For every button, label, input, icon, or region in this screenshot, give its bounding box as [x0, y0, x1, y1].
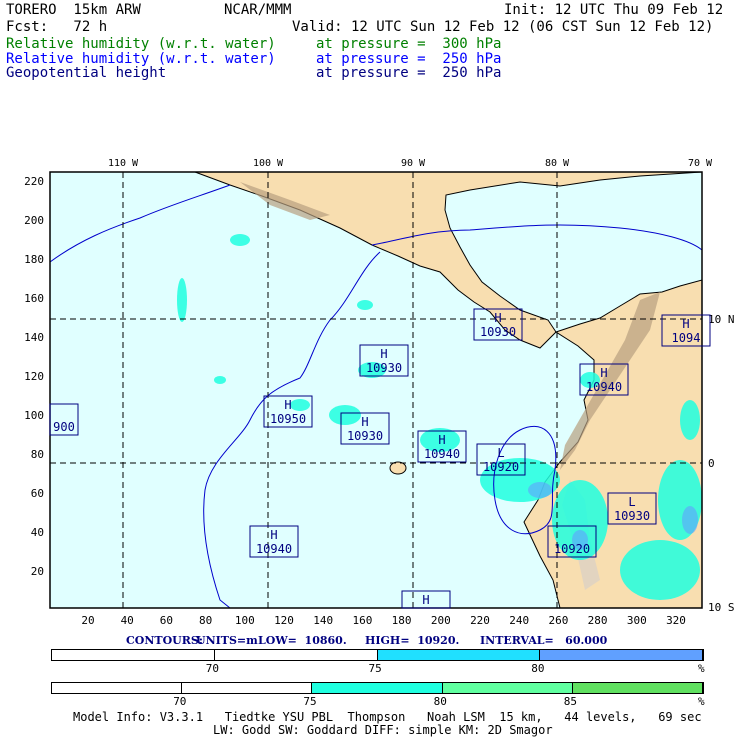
colorbar-rh-250 [51, 649, 704, 661]
colorbar-label: 80 [433, 695, 447, 708]
field-3-name: Geopotential height [6, 65, 167, 81]
x-tick-label: 160 [352, 614, 372, 627]
lon-label: 80 W [545, 158, 570, 169]
pressure-center-type: H [284, 398, 291, 412]
lon-label: 90 W [401, 158, 426, 169]
field-1-level: at pressure = 300 hPa [316, 36, 502, 52]
colorbar-label: 85 [563, 695, 578, 708]
pressure-center-type: H [380, 347, 387, 361]
y-tick-label: 100 [24, 409, 44, 422]
x-tick-label: 280 [588, 614, 608, 627]
forecast-hour: Fcst: 72 h [6, 19, 108, 35]
lat-label: 10 S [708, 601, 735, 614]
org-label: NCAR/MMM [224, 2, 292, 18]
x-tick-label: 100 [235, 614, 255, 627]
pressure-center-value: 10930 [480, 325, 516, 339]
colorbar-label: % [698, 662, 705, 675]
lon-label: 70 W [688, 158, 713, 169]
lat-label: 0 [708, 457, 715, 470]
init-time: Init: 12 UTC Thu 09 Feb 12 [504, 2, 724, 18]
pressure-center-value: 10930 [366, 361, 402, 375]
y-tick-label: 180 [24, 253, 44, 266]
pressure-center-value: 900 [53, 420, 75, 434]
model-title: TORERO 15km ARW [6, 2, 141, 18]
contour-high: HIGH= 10920. [365, 634, 460, 647]
contour-label: CONTOURS: [126, 634, 203, 647]
x-tick-label: 60 [160, 614, 173, 627]
colorbar-label: 70 [205, 662, 219, 675]
colorbar-segment [52, 650, 215, 660]
x-tick-label: 20 [81, 614, 94, 627]
lat-label: 10 N [708, 313, 735, 326]
lon-label: 100 W [253, 158, 284, 169]
x-tick-label: 320 [666, 614, 686, 627]
pressure-center-value: 10940 [256, 542, 292, 556]
x-tick-label: 180 [392, 614, 412, 627]
y-tick-label: 40 [31, 526, 44, 539]
colorbar-label: 80 [531, 662, 545, 675]
x-tick-label: 80 [199, 614, 212, 627]
colorbar-rh-300 [51, 682, 704, 694]
colorbar-label: 75 [303, 695, 317, 708]
x-tick-label: 120 [274, 614, 294, 627]
pressure-center-type: H [422, 593, 429, 607]
y-tick-label: 60 [31, 487, 44, 500]
pressure-center-value: 1094 [672, 331, 701, 345]
pressure-center-type: H [438, 433, 445, 447]
colorbar-segment [540, 650, 703, 660]
x-tick-label: 200 [431, 614, 451, 627]
colorbar-segment [312, 683, 443, 693]
pressure-center-type: H [682, 317, 689, 331]
pressure-center-value: 10930 [347, 429, 383, 443]
y-tick-label: 20 [31, 565, 44, 578]
colorbar-segment [52, 683, 183, 693]
x-tick-label: 140 [313, 614, 333, 627]
contour-units: UNITS=m [196, 634, 258, 647]
y-tick-label: 80 [31, 448, 44, 461]
pressure-center-value: 10920 [554, 542, 590, 556]
colorbar-label: 70 [173, 695, 187, 708]
contour-low: LOW= 10860. [258, 634, 347, 647]
pressure-center-value: 10920 [483, 460, 519, 474]
pressure-center-type: H [494, 311, 501, 325]
x-tick-label: 240 [509, 614, 529, 627]
pressure-center-type: H [270, 528, 277, 542]
y-tick-label: 160 [24, 292, 44, 305]
colorbar-segment [377, 650, 541, 660]
model-info-line2: LW: Godd SW: Goddard DIFF: simple KM: 2D… [213, 723, 553, 737]
x-tick-label: 260 [548, 614, 568, 627]
colorbar-label: % [698, 695, 705, 708]
x-tick-label: 40 [121, 614, 134, 627]
field-1-name: Relative humidity (w.r.t. water) [6, 36, 276, 52]
pressure-center-type: L [628, 495, 635, 509]
pressure-center-type: H [361, 415, 368, 429]
pressure-center-type: H [600, 366, 607, 380]
lon-label: 110 W [108, 158, 139, 169]
pressure-center-value: 10940 [586, 380, 622, 394]
y-tick-label: 140 [24, 331, 44, 344]
y-tick-label: 220 [24, 175, 44, 188]
weather-map: 110 W 100 W 90 W 80 W 70 W 10 N 0 10 S 220 200 1… [24, 158, 735, 627]
colorbar-segment [182, 683, 313, 693]
field-3-level: at pressure = 250 hPa [316, 65, 502, 81]
y-tick-label: 200 [24, 214, 44, 227]
valid-time: Valid: 12 UTC Sun 12 Feb 12 (06 CST Sun … [292, 19, 714, 35]
x-tick-label: 220 [470, 614, 490, 627]
y-tick-label: 120 [24, 370, 44, 383]
contour-interval: INTERVAL= 60.000 [480, 634, 608, 647]
x-tick-label: 300 [627, 614, 647, 627]
colorbar-segment [572, 683, 703, 693]
pressure-center-value: 10950 [270, 412, 306, 426]
pressure-center-value: 10930 [614, 509, 650, 523]
pressure-center-value: 10940 [424, 447, 460, 461]
colorbar-label: 75 [368, 662, 382, 675]
colorbar-segment [442, 683, 573, 693]
colorbar-segment [214, 650, 378, 660]
pressure-center-type: L [497, 446, 504, 460]
